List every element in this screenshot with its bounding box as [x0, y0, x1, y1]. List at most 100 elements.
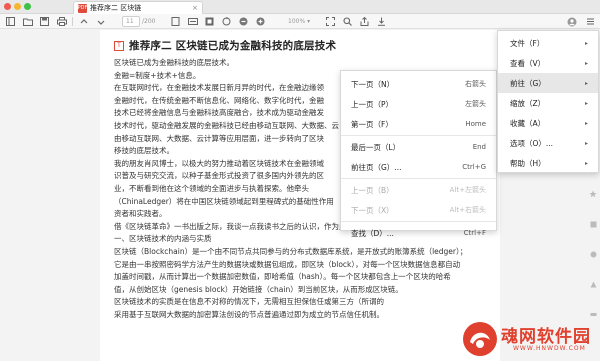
- main-menu-item[interactable]: 选项（O）... ▸: [498, 133, 598, 153]
- menu-separator: [341, 135, 496, 136]
- main-menu: 文件（F） ▸ 查看（V） ▸ 前往（G） ▸ 缩放（Z） ▸ 收藏（A） ▸ 选项（O）... ▸ 帮…: [497, 30, 599, 173]
- menu-item-shortcut: Alt+右箭头: [449, 206, 486, 214]
- menu-item-shortcut: End: [472, 143, 486, 151]
- star-icon[interactable]: [589, 190, 597, 198]
- document-title: T 推荐序二 区块链已成为金融科技的底层技术: [114, 38, 336, 53]
- minimize-window-button[interactable]: [14, 3, 21, 10]
- maximize-window-button[interactable]: [24, 3, 31, 10]
- pdf-icon: PDF: [77, 3, 88, 13]
- chevron-right-icon: ▸: [584, 99, 588, 107]
- document-line: 区块链已成为金融科技的底层技术。: [114, 58, 234, 67]
- toolbar: 11 /200 100% ▾: [0, 14, 600, 29]
- menu-separator: [341, 178, 496, 179]
- zoom-in-icon[interactable]: [255, 16, 266, 27]
- document-line: 值，从创始区块（genesis block）开始链接（chain）到当前区块，从…: [114, 284, 403, 294]
- main-menu-item[interactable]: 前往（G） ▸: [498, 73, 598, 93]
- zoom-select[interactable]: 100% ▾: [285, 16, 315, 27]
- watermark: 魂网软件园 WWW.HNWDW.COM: [461, 318, 600, 361]
- menu-item-label: 前往页（G）...: [351, 162, 402, 172]
- document-title-text: 推荐序二 区块链已成为金融科技的底层技术: [129, 40, 337, 52]
- page-number-value: 11: [126, 18, 134, 25]
- chevron-right-icon: ▸: [584, 79, 588, 87]
- fit-width-icon[interactable]: [187, 16, 198, 27]
- menu-separator: [341, 221, 496, 222]
- menu-item-label: 上一页（P）: [351, 99, 394, 109]
- main-menu-item[interactable]: 收藏（A） ▸: [498, 113, 598, 133]
- menu-item-label: 前往（G）: [510, 78, 546, 88]
- open-file-icon[interactable]: [22, 16, 33, 27]
- text-icon: T: [114, 40, 124, 51]
- menu-item-label: 查看（V）: [510, 58, 546, 68]
- menu-item-shortcut: Home: [465, 120, 486, 128]
- window-controls: [4, 3, 31, 10]
- menu-item-label: 下一页（N）: [351, 79, 395, 89]
- goto-menu-item[interactable]: 第一页（F） Home: [341, 114, 496, 134]
- goto-menu-item: 下一页（X） Alt+右箭头: [341, 200, 496, 220]
- download-icon[interactable]: [376, 16, 387, 27]
- page-total: /200: [142, 18, 156, 25]
- document-line: 它是由一串按照密码学方法产生的数据块或数据包组成，即区块（block），对每一个…: [114, 259, 461, 269]
- goto-menu-item: 上一页（B） Alt+左箭头: [341, 180, 496, 200]
- user-avatar-icon[interactable]: [566, 16, 577, 27]
- fit-page-icon[interactable]: [170, 16, 181, 27]
- main-menu-item[interactable]: 帮助（H） ▸: [498, 153, 598, 173]
- menu-item-label: 第一页（F）: [351, 119, 393, 129]
- menu-item-label: 选项（O）...: [510, 138, 554, 148]
- print-icon[interactable]: [56, 16, 67, 27]
- menu-icon[interactable]: [585, 16, 596, 27]
- save-icon[interactable]: [39, 16, 50, 27]
- zoom-out-icon[interactable]: [238, 16, 249, 27]
- watermark-name: 魂网软件园: [501, 327, 591, 347]
- next-page-icon[interactable]: [95, 16, 106, 27]
- watermark-url: WWW.HNWDW.COM: [513, 345, 586, 352]
- main-menu-item[interactable]: 查看（V） ▸: [498, 53, 598, 73]
- menu-item-shortcut: 右箭头: [465, 80, 486, 88]
- sidebar-icon-7[interactable]: [589, 280, 597, 288]
- menu-item-label: 上一页（B）: [351, 185, 394, 195]
- menu-item-shortcut: Ctrl+G: [462, 163, 486, 171]
- chevron-right-icon: ▸: [584, 159, 588, 167]
- menu-item-label: 文件（F）: [510, 38, 545, 48]
- search-icon[interactable]: [342, 16, 353, 27]
- left-margin: [0, 30, 100, 361]
- document-line: 加盖时间戳，从而计算出一个数据加密数值，即哈希值（hash）。每一个区块都包含上…: [114, 272, 451, 282]
- close-window-button[interactable]: [4, 3, 11, 10]
- chevron-down-icon: ▾: [307, 18, 311, 25]
- menu-item-label: 收藏（A）: [510, 118, 546, 128]
- watermark-logo-icon: [463, 322, 497, 356]
- menu-item-shortcut: 左箭头: [465, 100, 486, 108]
- document-line: 区块链（Blockchain）是一个由不同节点共同参与的分布式数据库系统，是开放…: [114, 246, 468, 256]
- sidebar-icon-8[interactable]: [589, 310, 597, 318]
- document-line: 区块链技术的实质是在信息不对称的情况下，无需相互担保信任或第三方（所谓的: [114, 297, 384, 307]
- chevron-right-icon: ▸: [584, 139, 588, 147]
- page-number-input[interactable]: 11: [122, 16, 140, 27]
- toolbar-divider: [72, 17, 73, 26]
- goto-menu-item[interactable]: 查找（D）... Ctrl+F: [341, 223, 496, 243]
- document-tab[interactable]: PDF 推荐序二 区块链 ×: [73, 1, 203, 14]
- share-icon[interactable]: [359, 16, 370, 27]
- goto-menu-item[interactable]: 下一页（N） 右箭头: [341, 74, 496, 94]
- main-menu-item[interactable]: 文件（F） ▸: [498, 33, 598, 53]
- menu-item-shortcut: Ctrl+F: [463, 229, 486, 237]
- menu-item-label: 缩放（Z）: [510, 98, 546, 108]
- sidebar-toggle-icon[interactable]: [5, 16, 16, 27]
- chevron-right-icon: ▸: [584, 59, 588, 67]
- menu-item-label: 最后一页（L）: [351, 142, 401, 152]
- tab-close-icon[interactable]: ×: [192, 4, 198, 12]
- title-bar: PDF 推荐序二 区块链 ×: [0, 0, 600, 14]
- menu-item-label: 下一页（X）: [351, 205, 394, 215]
- main-menu-item[interactable]: 缩放（Z） ▸: [498, 93, 598, 113]
- previous-page-icon[interactable]: [78, 16, 89, 27]
- goto-menu-item[interactable]: 前往页（G）... Ctrl+G: [341, 157, 496, 177]
- fullscreen-icon[interactable]: [325, 16, 336, 27]
- sidebar-icon-5[interactable]: [589, 220, 597, 228]
- goto-submenu: 下一页（N） 右箭头上一页（P） 左箭头第一页（F） Home 最后一页（L） End 前往…: [340, 70, 497, 238]
- goto-menu-item[interactable]: 最后一页（L） End: [341, 137, 496, 157]
- rotate-icon[interactable]: [221, 16, 232, 27]
- tab-title: 推荐序二 区块链: [90, 4, 142, 12]
- menu-item-label: 帮助（H）: [510, 158, 546, 168]
- goto-menu-item[interactable]: 上一页（P） 左箭头: [341, 94, 496, 114]
- single-page-icon[interactable]: [204, 16, 215, 27]
- zoom-value: 100%: [288, 18, 306, 25]
- sidebar-icon-6[interactable]: [589, 250, 597, 258]
